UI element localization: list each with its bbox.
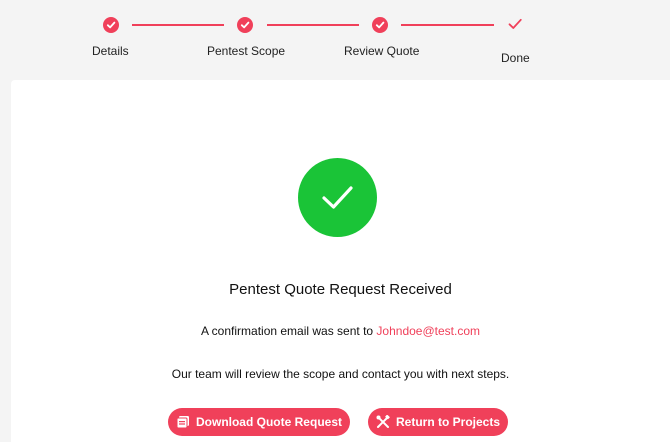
return-to-projects-button[interactable]: Return to Projects xyxy=(368,408,508,436)
step-label-pentest-scope: Pentest Scope xyxy=(207,44,286,58)
pdf-icon xyxy=(176,415,190,429)
confirmation-email-message: A confirmation email was sent to Johndoe… xyxy=(11,324,670,338)
step-connector xyxy=(401,24,494,26)
return-to-projects-label: Return to Projects xyxy=(395,415,500,429)
step-complete-check-icon xyxy=(103,17,119,33)
progress-stepper: Details Pentest Scope Review Quote Done xyxy=(0,0,670,80)
step-connector xyxy=(267,24,359,26)
download-quote-request-label: Download Quote Request xyxy=(195,415,342,429)
step-complete-check-icon xyxy=(372,17,388,33)
step-label-done: Done xyxy=(501,51,530,65)
step-done-check-icon xyxy=(507,16,523,37)
step-label-review-quote: Review Quote xyxy=(344,44,420,58)
download-quote-request-button[interactable]: Download Quote Request xyxy=(168,408,350,436)
confirmation-card: Pentest Quote Request Received A confirm… xyxy=(11,80,670,442)
success-check-icon xyxy=(298,158,377,237)
next-steps-message: Our team will review the scope and conta… xyxy=(171,367,510,381)
confirmation-title: Pentest Quote Request Received xyxy=(229,281,452,298)
confirmation-email-prefix: A confirmation email was sent to xyxy=(201,324,377,338)
step-label-details: Details xyxy=(92,44,129,58)
confirmation-email-address: Johndoe@test.com xyxy=(376,324,480,338)
tools-icon xyxy=(376,415,390,429)
step-connector xyxy=(132,24,224,26)
step-complete-check-icon xyxy=(237,17,253,33)
